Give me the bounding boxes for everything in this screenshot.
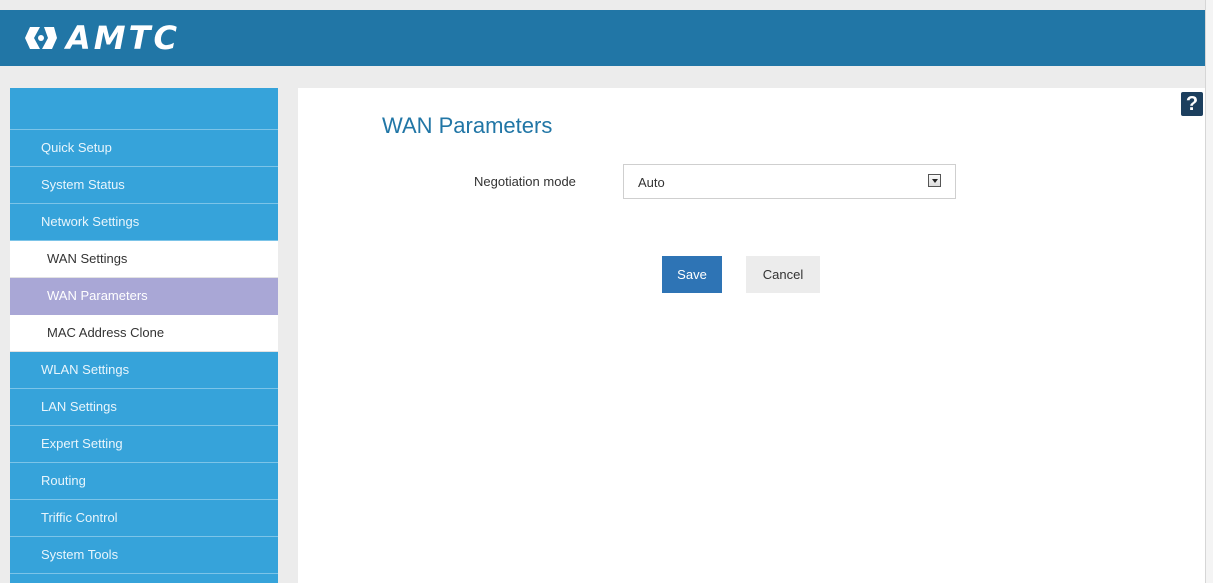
sidebar-item-network-settings[interactable]: Network Settings: [10, 204, 278, 241]
sidebar-item-quick-setup[interactable]: Quick Setup: [10, 130, 278, 167]
sidebar-top-spacer: [10, 88, 278, 130]
page-title: WAN Parameters: [382, 113, 553, 138]
cancel-button[interactable]: Cancel: [746, 256, 820, 293]
sidebar-item-wan-settings[interactable]: WAN Settings: [10, 241, 278, 278]
chevron-down-icon[interactable]: [928, 174, 941, 187]
sidebar-item-wlan-settings[interactable]: WLAN Settings: [10, 352, 278, 389]
amtc-logo-icon: [25, 27, 57, 49]
logo: AMTC: [24, 18, 180, 58]
help-button[interactable]: ?: [1181, 92, 1203, 116]
save-button[interactable]: Save: [662, 256, 722, 293]
sidebar-item-mac-address-clone[interactable]: MAC Address Clone: [10, 315, 278, 352]
sidebar-item-system-tools[interactable]: System Tools: [10, 537, 278, 574]
main-panel: ? WAN Parameters Negotiation mode Auto S…: [298, 88, 1205, 583]
header-bar: AMTC: [0, 10, 1205, 66]
sidebar-item-traffic-control[interactable]: Triffic Control: [10, 500, 278, 537]
negotiation-mode-label: Negotiation mode: [474, 174, 576, 189]
sidebar: Quick Setup System Status Network Settin…: [10, 88, 278, 583]
sidebar-item-routing[interactable]: Routing: [10, 463, 278, 500]
sidebar-item-expert-setting[interactable]: Expert Setting: [10, 426, 278, 463]
negotiation-mode-select[interactable]: Auto: [623, 164, 956, 199]
negotiation-mode-value: Auto: [638, 175, 665, 190]
sidebar-item-wan-parameters[interactable]: WAN Parameters: [10, 278, 278, 315]
sidebar-item-system-status[interactable]: System Status: [10, 167, 278, 204]
logo-text: AMTC: [66, 19, 180, 57]
sidebar-item-lan-settings[interactable]: LAN Settings: [10, 389, 278, 426]
window-scrollbar[interactable]: [1205, 0, 1213, 583]
